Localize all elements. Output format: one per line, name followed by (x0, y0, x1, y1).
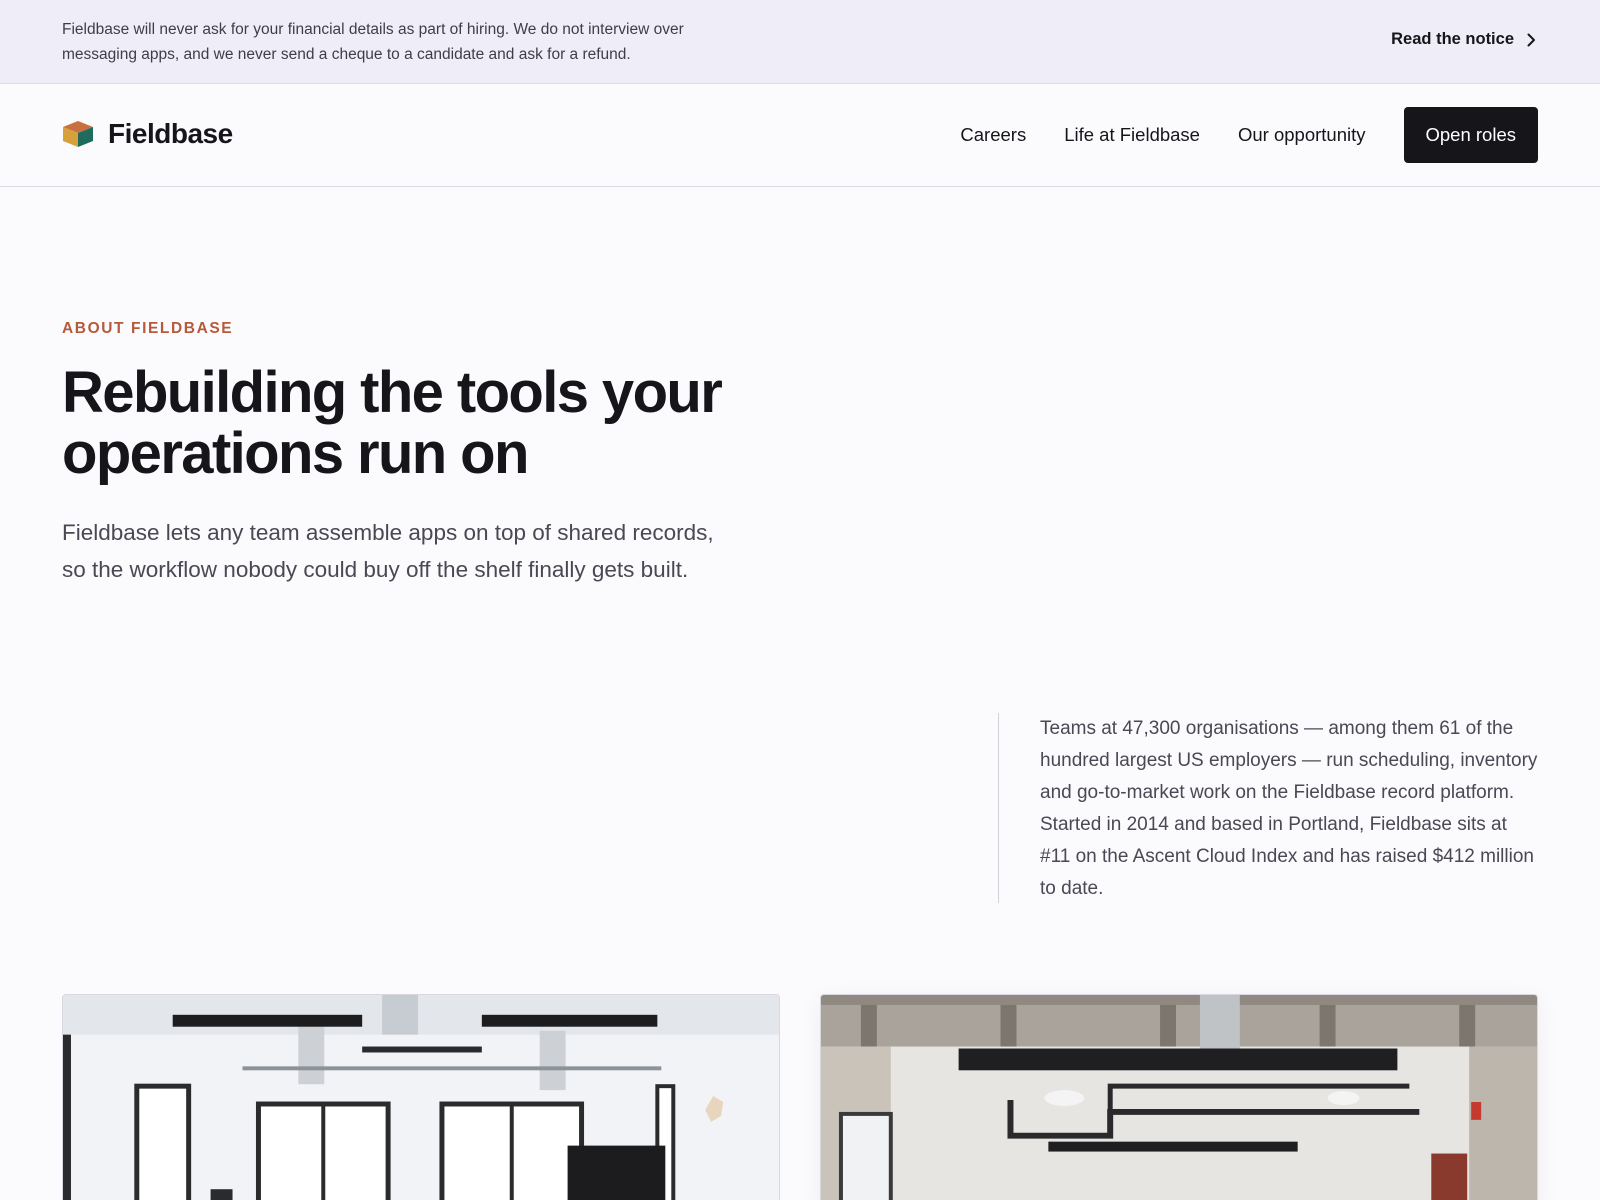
company-stats: Teams at 47,300 organisations — among th… (998, 713, 1538, 903)
notice-text: Fieldbase will never ask for your financ… (62, 21, 684, 63)
stats-text: Teams at 47,300 organisations — among th… (1040, 718, 1538, 899)
scam-notice-banner: Fieldbase will never ask for your financ… (0, 0, 1600, 84)
page-title: Rebuilding the tools your operations run… (62, 360, 723, 486)
cube-logo-icon (63, 121, 93, 147)
nav-our-opportunity[interactable]: Our opportunity (1238, 124, 1366, 146)
office-photo-industrial (820, 994, 1538, 1200)
hero-lede: Fieldbase lets any team assemble apps on… (62, 520, 714, 582)
office-photo-bright-image (63, 995, 779, 1200)
chevron-right-icon (1527, 33, 1535, 46)
main-nav: Careers Life at Fieldbase Our opportunit… (960, 107, 1538, 163)
read-notice-link[interactable]: Read the notice (1391, 30, 1538, 49)
open-roles-button[interactable]: Open roles (1403, 107, 1538, 163)
section-eyebrow: ABOUT FIELDBASE (62, 320, 234, 337)
nav-careers[interactable]: Careers (960, 124, 1026, 146)
site-header: Fieldbase Careers Life at Fieldbase Our … (0, 84, 1600, 187)
brand-name: Fieldbase (108, 118, 233, 149)
office-photo-bright (62, 994, 780, 1200)
brand-home-link[interactable]: Fieldbase (62, 118, 233, 150)
nav-life-at-fieldbase[interactable]: Life at Fieldbase (1064, 124, 1200, 146)
office-photo-industrial-image (821, 995, 1537, 1200)
read-notice-label: Read the notice (1391, 30, 1514, 48)
